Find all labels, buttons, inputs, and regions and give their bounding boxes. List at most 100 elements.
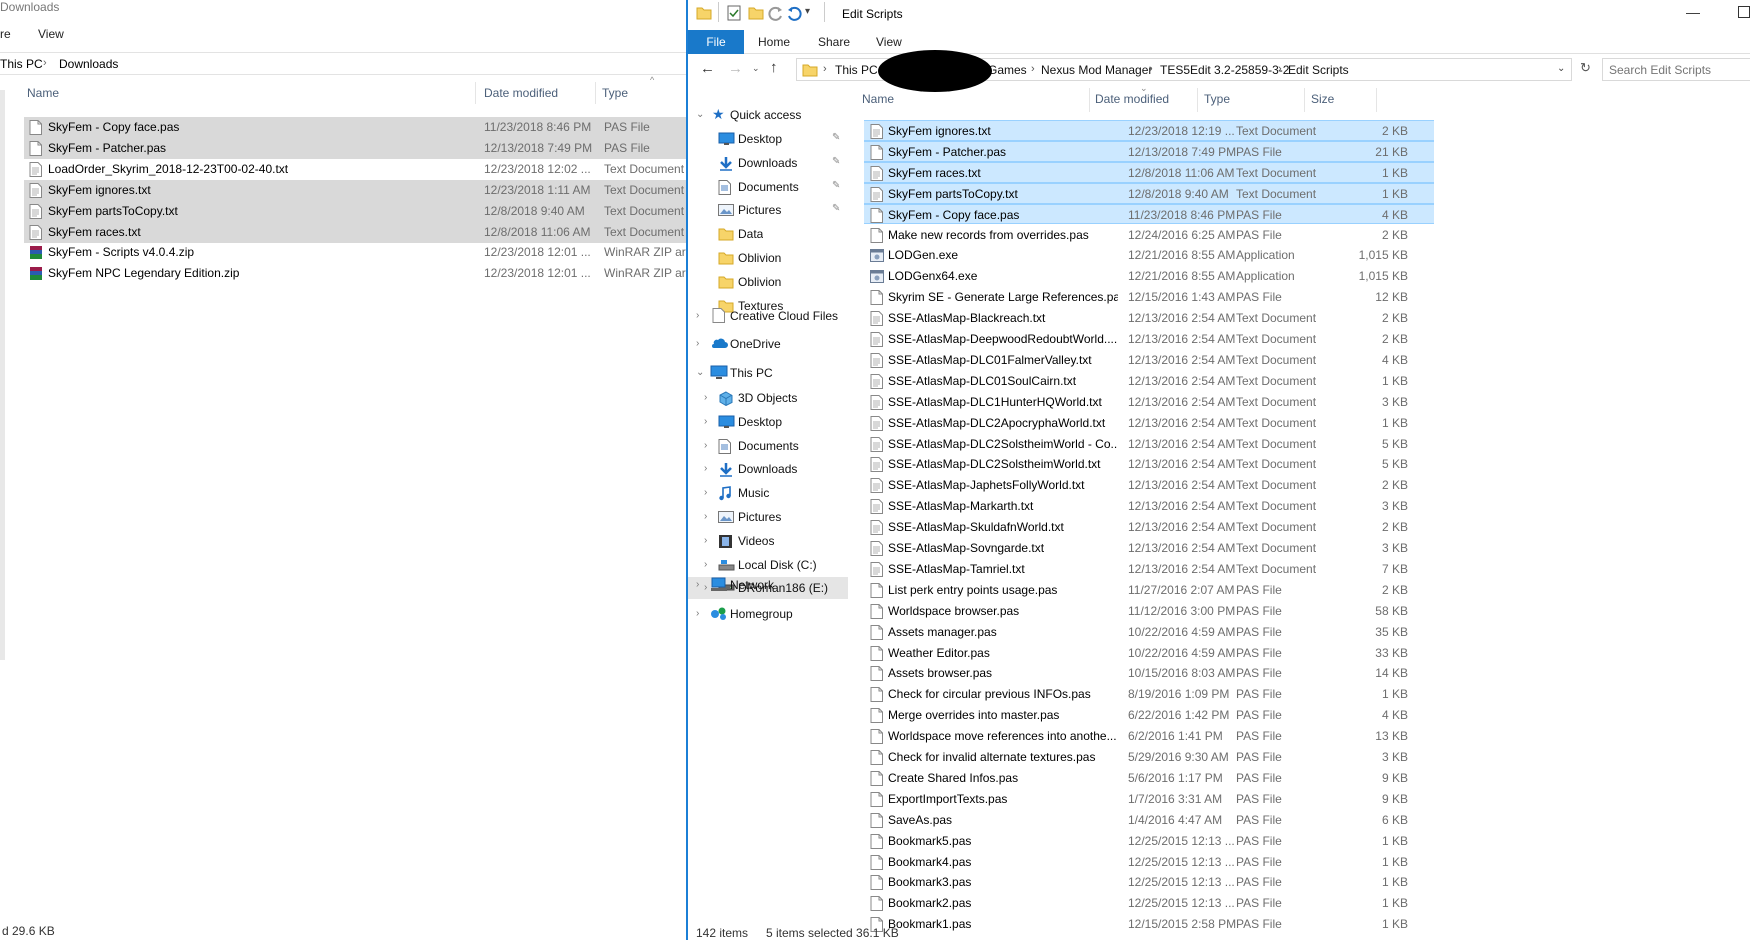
nav-quick-item[interactable]: Desktop ✎ <box>688 128 848 150</box>
file-row[interactable]: SkyFem partsToCopy.txt 12/8/2018 9:40 AM T… <box>864 182 1434 204</box>
file-row[interactable]: Create Shared Infos.pas 5/6/2016 1:17 PM P… <box>864 768 1434 789</box>
file-row[interactable]: SkyFem races.txt 12/8/2018 11:06 AM Text D… <box>864 161 1434 183</box>
nav-quick-item[interactable]: Oblivion <box>688 271 848 293</box>
breadcrumb-chevron-icon[interactable]: › <box>1278 63 1282 75</box>
breadcrumb-chevron-icon[interactable]: › <box>823 63 827 75</box>
ribbon-tab-share[interactable]: re <box>0 27 11 41</box>
file-row[interactable]: ExportImportTexts.pas 1/7/2016 3:31 AM PAS… <box>864 789 1434 810</box>
file-row[interactable]: SSE-AtlasMap-JaphetsFollyWorld.txt 12/13/… <box>864 475 1434 496</box>
file-row[interactable]: SkyFem races.txt 12/8/2018 11:06 AM Text D… <box>24 221 686 243</box>
file-row[interactable]: LoadOrder_Skyrim_2018-12-23T00-02-40.txt… <box>24 159 686 180</box>
collapsed-chevron-icon[interactable]: › <box>696 338 699 349</box>
file-row[interactable]: Check for circular previous INFOs.pas 8/1… <box>864 684 1434 705</box>
breadcrumb-nexus-mod-manager[interactable]: Nexus Mod Manager <box>1041 63 1152 77</box>
nav-creative-cloud-files[interactable]: › Creative Cloud Files <box>688 305 848 327</box>
file-row[interactable]: Worldspace browser.pas 11/12/2016 3:00 PM… <box>864 601 1434 622</box>
file-row[interactable]: SkyFem ignores.txt 12/23/2018 1:11 AM Text… <box>24 179 686 201</box>
column-header-date[interactable]: Date modified <box>484 86 558 100</box>
tab-home[interactable]: Home <box>758 35 790 49</box>
file-row[interactable]: Worldspace move references into anothe..… <box>864 726 1434 747</box>
file-row[interactable]: Assets browser.pas 10/15/2016 8:03 AM PAS … <box>864 663 1434 684</box>
expanded-chevron-icon[interactable]: ⌄ <box>696 109 704 120</box>
collapsed-chevron-icon[interactable]: › <box>704 416 707 427</box>
file-row[interactable]: SkyFem partsToCopy.txt 12/8/2018 9:40 AM T… <box>24 200 686 222</box>
nav-pc-item[interactable]: › Videos <box>688 530 848 552</box>
collapsed-chevron-icon[interactable]: › <box>704 535 707 546</box>
nav-quick-item[interactable]: Data <box>688 223 848 245</box>
column-divider[interactable] <box>475 82 476 104</box>
nav-network[interactable]: › Network <box>688 574 848 596</box>
recent-locations-icon[interactable]: ⌄ <box>752 63 760 74</box>
address-dropdown-icon[interactable]: ⌄ <box>1557 63 1565 74</box>
back-arrow-icon[interactable]: ← <box>700 60 715 77</box>
file-row[interactable]: Assets manager.pas 10/22/2016 4:59 AM PAS … <box>864 622 1434 643</box>
pin-icon[interactable]: ✎ <box>832 180 840 191</box>
address-bar[interactable]: This PC › Downloads <box>0 52 686 75</box>
collapsed-chevron-icon[interactable]: › <box>696 579 699 590</box>
column-header-type[interactable]: Type <box>1204 92 1230 106</box>
file-row[interactable]: LODGen.exe 12/21/2016 8:55 AM Application 1… <box>864 245 1434 266</box>
nav-quick-item[interactable]: Documents ✎ <box>688 176 848 198</box>
nav-quick-item[interactable]: Oblivion <box>688 247 848 269</box>
file-row[interactable]: SkyFem - Scripts v4.0.4.zip 12/23/2018 12… <box>24 242 686 263</box>
undo-icon[interactable] <box>786 5 802 21</box>
ribbon-tab-view[interactable]: View <box>38 27 64 41</box>
file-row[interactable]: SSE-AtlasMap-DLC2SolstheimWorld - Co... 1… <box>864 434 1434 455</box>
file-row[interactable]: Weather Editor.pas 10/22/2016 4:59 AM PAS … <box>864 643 1434 664</box>
breadcrumb-games[interactable]: Games <box>988 63 1027 77</box>
file-row[interactable]: SSE-AtlasMap-DLC01FalmerValley.txt 12/13/… <box>864 350 1434 371</box>
nav-homegroup[interactable]: › Homegroup <box>688 603 848 625</box>
column-header-size[interactable]: Size <box>1311 92 1334 106</box>
file-row[interactable]: Make new records from overrides.pas 12/24… <box>864 225 1434 246</box>
file-row[interactable]: SSE-AtlasMap-SkuldafnWorld.txt 12/13/2016… <box>864 517 1434 538</box>
tab-file[interactable]: File <box>688 30 744 54</box>
file-row[interactable]: Check for invalid alternate textures.pas… <box>864 747 1434 768</box>
nav-pc-item[interactable]: › 3D Objects <box>688 387 848 409</box>
file-row[interactable]: Bookmark3.pas 12/25/2015 12:13 ... PAS Fil… <box>864 872 1434 893</box>
nav-onedrive[interactable]: › OneDrive <box>688 333 848 355</box>
nav-pc-item[interactable]: › Desktop <box>688 411 848 433</box>
nav-pc-item[interactable]: › Documents <box>688 435 848 457</box>
collapsed-chevron-icon[interactable]: › <box>704 392 707 403</box>
new-folder-icon[interactable] <box>748 5 764 21</box>
file-row[interactable]: SSE-AtlasMap-DLC2SolstheimWorld.txt 12/13… <box>864 454 1434 475</box>
nav-pc-item[interactable]: › Music <box>688 482 848 504</box>
file-row[interactable]: SSE-AtlasMap-Sovngarde.txt 12/13/2016 2:5… <box>864 538 1434 559</box>
redo-icon[interactable] <box>768 5 784 21</box>
search-box[interactable] <box>1602 58 1750 81</box>
nav-quick-item[interactable]: Downloads ✎ <box>688 152 848 174</box>
tab-view[interactable]: View <box>876 35 902 49</box>
file-row[interactable]: SkyFem ignores.txt 12/23/2018 12:19 ... Te… <box>864 120 1434 141</box>
breadcrumb-edit-scripts[interactable]: Edit Scripts <box>1288 63 1349 77</box>
collapsed-chevron-icon[interactable]: › <box>704 559 707 570</box>
column-header-name[interactable]: Name <box>27 86 59 100</box>
file-row[interactable]: Skyrim SE - Generate Large References.pa… <box>864 287 1434 308</box>
nav-this-pc[interactable]: ⌄ This PC <box>688 362 848 384</box>
nav-quick-item[interactable]: Pictures ✎ <box>688 199 848 221</box>
column-divider[interactable] <box>595 82 596 104</box>
breadcrumb-this-pc[interactable]: This PC <box>0 57 43 71</box>
forward-arrow-icon[interactable]: → <box>728 60 743 77</box>
pin-icon[interactable]: ✎ <box>832 156 840 167</box>
file-row[interactable]: SSE-AtlasMap-Markarth.txt 12/13/2016 2:54… <box>864 496 1434 517</box>
properties-icon[interactable] <box>726 5 742 21</box>
collapsed-chevron-icon[interactable]: › <box>704 440 707 451</box>
file-row[interactable]: Bookmark1.pas 12/15/2015 2:58 PM PAS File 1… <box>864 914 1434 935</box>
file-row[interactable]: SkyFem NPC Legendary Edition.zip 12/23/20… <box>24 263 686 284</box>
expanded-chevron-icon[interactable]: ⌄ <box>696 367 704 378</box>
scrollbar[interactable] <box>0 90 5 660</box>
column-header-name[interactable]: Name <box>862 92 894 106</box>
collapsed-chevron-icon[interactable]: › <box>704 463 707 474</box>
customize-toolbar-icon[interactable]: ▾ <box>805 6 810 17</box>
file-row[interactable]: SSE-AtlasMap-Tamriel.txt 12/13/2016 2:54 … <box>864 559 1434 580</box>
file-row[interactable]: SkyFem - Copy face.pas 11/23/2018 8:46 PM… <box>24 117 686 138</box>
file-row[interactable]: List perk entry points usage.pas 11/27/20… <box>864 580 1434 601</box>
file-row[interactable]: Bookmark2.pas 12/25/2015 12:13 ... PAS Fil… <box>864 893 1434 914</box>
pin-icon[interactable]: ✎ <box>832 132 840 143</box>
tab-share[interactable]: Share <box>818 35 850 49</box>
refresh-icon[interactable]: ↻ <box>1580 60 1591 76</box>
nav-pc-item[interactable]: › Local Disk (C:) <box>688 554 848 576</box>
collapsed-chevron-icon[interactable]: › <box>704 487 707 498</box>
file-row[interactable]: Merge overrides into master.pas 6/22/2016… <box>864 705 1434 726</box>
file-row[interactable]: SkyFem - Patcher.pas 12/13/2018 7:49 PM PA… <box>864 140 1434 162</box>
